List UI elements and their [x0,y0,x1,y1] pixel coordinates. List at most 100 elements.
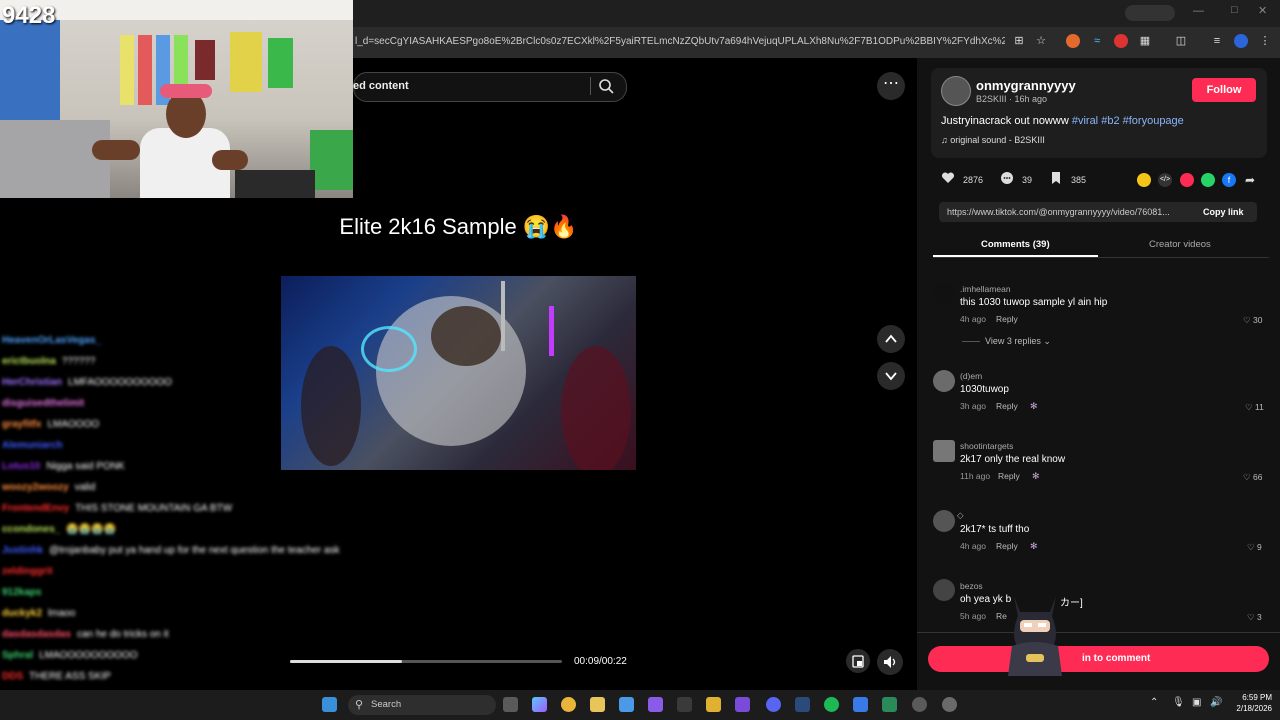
author-username[interactable]: onmygrannyyyy [976,78,1076,93]
more-options-button[interactable]: ⋯ [877,72,905,100]
comment-like[interactable]: ♡ 11 [1245,402,1264,413]
comment-like[interactable]: ♡ 66 [1243,472,1262,483]
microphone-stand [501,281,505,351]
obs-icon[interactable] [942,697,957,712]
volume-icon [884,656,896,668]
taskbar-search-placeholder[interactable]: Search [371,699,401,710]
miniplayer-button[interactable] [846,649,870,673]
extension-icon-3[interactable] [1114,34,1128,48]
tab-comments[interactable]: Comments (39) [981,239,1050,250]
discord-icon[interactable] [766,697,781,712]
comment-username[interactable]: ◇ [957,510,964,521]
app-icon[interactable] [853,697,868,712]
search-input[interactable]: ed content [353,80,409,92]
facebook-icon[interactable]: f [1222,173,1236,187]
browser-menu-icon[interactable]: ⋮ [1258,34,1272,48]
file-explorer-icon[interactable] [590,697,605,712]
extension-icon-2[interactable]: ≈ [1090,34,1104,48]
app-icon[interactable] [912,697,927,712]
chat-message: Justinhk @trojanbaby put ya hand up for t… [2,545,339,556]
follow-button[interactable]: Follow [1192,78,1256,102]
hashtag-viral[interactable]: #viral [1072,115,1098,127]
comment-avatar[interactable] [933,510,955,532]
comment-username[interactable]: shootintargets [960,441,1013,451]
comment-avatar[interactable] [933,440,955,462]
bookmark-icon[interactable] [1049,171,1063,185]
author-avatar[interactable] [941,76,971,106]
window-maximize-icon[interactable]: □ [1231,4,1238,16]
share-link-url[interactable]: https://www.tiktok.com/@onmygrannyyyy/vi… [947,207,1170,217]
comment-username[interactable]: (d)em [960,371,982,381]
send-friends-icon[interactable] [1180,173,1194,187]
comment-avatar[interactable] [933,579,955,601]
comment-avatar[interactable] [933,370,955,392]
tab-creator-videos[interactable]: Creator videos [1149,239,1211,250]
comment-avatar[interactable] [933,282,955,304]
hashtag-foryoupage[interactable]: #foryoupage [1123,115,1184,127]
reply-button[interactable]: Reply [998,471,1020,481]
next-video-button[interactable] [877,362,905,390]
speaker-icon[interactable]: 🔊 [1210,697,1222,708]
search-icon[interactable] [598,78,614,94]
heart-outline-icon: ♡ [1245,402,1253,412]
view-replies-button[interactable]: View 3 replies ⌄ [985,336,1051,347]
video-frame[interactable] [281,276,636,470]
profile-avatar[interactable] [1234,34,1248,48]
app-icon[interactable] [677,697,692,712]
whatsapp-icon[interactable] [1201,173,1215,187]
sidebar-icon[interactable]: ◫ [1174,34,1188,48]
chrome-icon[interactable] [561,697,576,712]
steam-icon[interactable] [795,697,810,712]
taskbar-clock[interactable]: 6:59 PM 2/18/2026 [1228,692,1272,714]
network-icon[interactable]: ▣ [1192,697,1201,708]
comment-like-count: 11 [1255,402,1264,412]
reply-button[interactable]: Reply [996,314,1018,324]
chat-username: HerChristian [2,377,63,388]
copilot-icon[interactable] [532,697,547,712]
start-menu-icon[interactable] [322,697,337,712]
excel-icon[interactable] [882,697,897,712]
reply-button[interactable]: Reply [996,541,1018,551]
bookmark-star-icon[interactable]: ☆ [1034,34,1048,48]
volume-button[interactable] [877,649,903,675]
heart-icon[interactable] [941,171,955,185]
embed-icon[interactable]: </> [1158,173,1172,187]
window-minimize-icon[interactable]: — [1193,5,1204,17]
store-icon[interactable] [619,697,634,712]
comment-icon[interactable] [1000,171,1014,185]
share-arrow-icon[interactable]: ➦ [1243,173,1257,187]
viewer-count: 9428 [2,2,56,29]
window-close-icon[interactable]: ✕ [1258,4,1267,17]
extension-icon-1[interactable] [1066,34,1080,48]
prev-video-button[interactable] [877,325,905,353]
sound-row[interactable]: ♫ original sound - B2SKIII [941,135,1045,145]
neon-sign [361,326,417,372]
copy-link-button[interactable]: Copy link [1203,207,1244,217]
coin-share-icon[interactable] [1137,173,1151,187]
reading-list-icon[interactable]: ≡ [1210,34,1224,48]
progress-bar[interactable] [290,660,402,663]
comment-username[interactable]: .imhellamean [960,284,1011,294]
video-title: Elite 2k16 Sample 😭🔥 [339,214,578,239]
hashtag-b2[interactable]: #b2 [1101,115,1119,127]
chat-username: ccondones_ [2,524,61,535]
task-view-icon[interactable] [503,697,518,712]
comment-like[interactable]: ♡ 3 [1247,612,1262,623]
comment-like[interactable]: ♡ 9 [1247,542,1262,553]
microphone-icon[interactable]: 🎙 [1172,697,1185,708]
app-icon[interactable] [706,697,721,712]
sound-name[interactable]: original sound - B2SKIII [950,135,1045,145]
app-icon[interactable] [648,697,663,712]
tray-chevron-icon[interactable]: ⌃ [1150,697,1158,708]
install-app-icon[interactable]: ⊞ [1012,34,1026,48]
spotify-icon[interactable] [824,697,839,712]
comment-username[interactable]: bezos [960,581,983,591]
tab-search-pill[interactable] [1125,5,1175,21]
chat-message: erictbuolna?????? [2,356,95,367]
chat-username: erictbuolna [2,356,56,367]
teams-icon[interactable] [735,697,750,712]
url-text[interactable]: l_d=secCgYIASAHKAESPgo8oE%2BrClc0s0z7ECX… [355,36,1005,47]
reply-button[interactable]: Reply [996,401,1018,411]
comment-like[interactable]: ♡ 30 [1243,315,1262,326]
extensions-puzzle-icon[interactable]: ▦ [1138,34,1152,48]
